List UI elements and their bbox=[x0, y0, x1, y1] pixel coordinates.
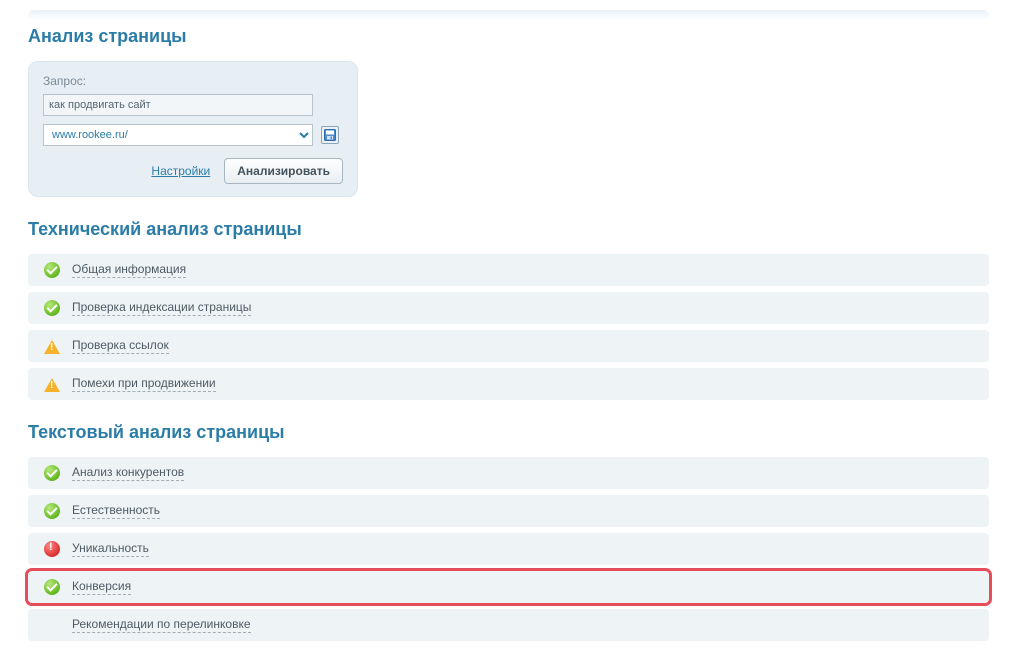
save-icon[interactable] bbox=[321, 126, 339, 144]
list-item-label: Общая информация bbox=[72, 262, 186, 278]
check-icon bbox=[44, 579, 60, 595]
check-icon bbox=[44, 503, 60, 519]
page-top-shadow bbox=[28, 10, 989, 20]
page-title: Анализ страницы bbox=[28, 26, 989, 47]
list-item-label: Помехи при продвижении bbox=[72, 376, 216, 392]
url-select[interactable]: www.rookee.ru/ bbox=[43, 124, 313, 146]
list-item[interactable]: Естественность bbox=[28, 495, 989, 527]
list-item[interactable]: Проверка индексации страницы bbox=[28, 292, 989, 324]
list-item-label: Конверсия bbox=[72, 579, 131, 595]
list-item-label: Анализ конкурентов bbox=[72, 465, 184, 481]
list-item[interactable]: Уникальность bbox=[28, 533, 989, 565]
list-item-label: Проверка индексации страницы bbox=[72, 300, 251, 316]
textual-section-title: Текстовый анализ страницы bbox=[28, 422, 989, 443]
list-item-label: Проверка ссылок bbox=[72, 338, 169, 354]
list-item[interactable]: Рекомендации по перелинковке bbox=[28, 609, 989, 641]
list-item[interactable]: Конверсия bbox=[28, 571, 989, 603]
warning-icon bbox=[44, 340, 60, 354]
analyze-button[interactable]: Анализировать bbox=[224, 158, 343, 184]
query-input[interactable] bbox=[43, 94, 313, 116]
list-item-label: Рекомендации по перелинковке bbox=[72, 617, 251, 633]
technical-section-title: Технический анализ страницы bbox=[28, 219, 989, 240]
check-icon bbox=[44, 300, 60, 316]
query-label: Запрос: bbox=[43, 74, 343, 88]
list-item[interactable]: Помехи при продвижении bbox=[28, 368, 989, 400]
list-item[interactable]: Общая информация bbox=[28, 254, 989, 286]
technical-item-list: Общая информация Проверка индексации стра… bbox=[28, 254, 989, 400]
textual-item-list: Анализ конкурентов Естественность Уникальн… bbox=[28, 457, 989, 641]
floppy-icon bbox=[324, 129, 336, 141]
list-item[interactable]: Проверка ссылок bbox=[28, 330, 989, 362]
list-item[interactable]: Анализ конкурентов bbox=[28, 457, 989, 489]
check-icon bbox=[44, 465, 60, 481]
check-icon bbox=[44, 262, 60, 278]
actions-row: Настройки Анализировать bbox=[43, 158, 343, 184]
url-row: www.rookee.ru/ bbox=[43, 124, 343, 146]
warning-icon bbox=[44, 378, 60, 392]
query-panel: Запрос: www.rookee.ru/ Настройки Анализи… bbox=[28, 61, 358, 197]
error-icon bbox=[44, 541, 60, 557]
settings-link[interactable]: Настройки bbox=[151, 164, 210, 178]
list-item-label: Уникальность bbox=[72, 541, 149, 557]
list-item-label: Естественность bbox=[72, 503, 160, 519]
